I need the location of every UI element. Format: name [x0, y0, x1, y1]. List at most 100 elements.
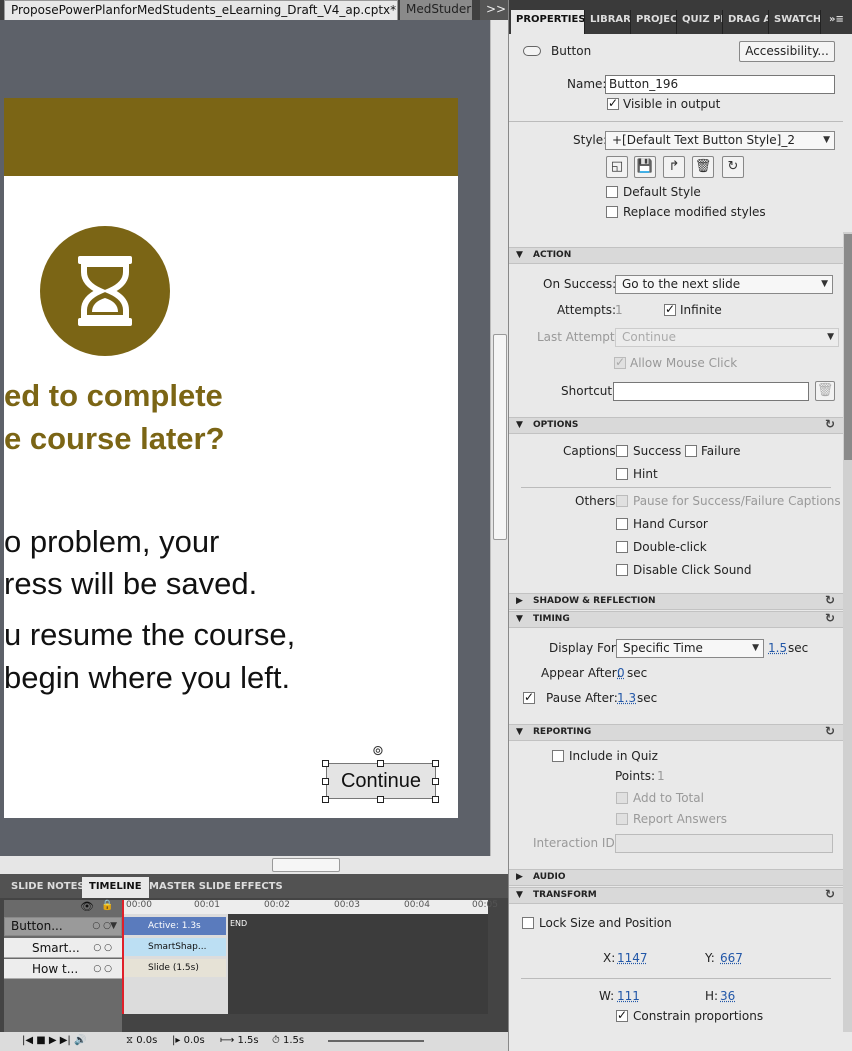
infinite-checkbox[interactable] [664, 302, 676, 316]
tab-swatches[interactable]: SWATCH [769, 10, 821, 34]
tab-slide-notes[interactable]: SLIDE NOTES [4, 877, 92, 898]
transform-section-header[interactable]: ▼ TRANSFORM ↻ [509, 887, 852, 904]
resize-handle[interactable] [377, 760, 384, 767]
attempts-value[interactable]: 1 [615, 303, 623, 317]
tab-quiz-properties[interactable]: QUIZ PR [677, 10, 723, 34]
include-quiz-checkbox[interactable] [552, 750, 564, 762]
create-style-icon[interactable]: ◱ [606, 156, 628, 178]
tab-effects[interactable]: EFFECTS [227, 877, 290, 898]
x-value[interactable]: 1147 [617, 951, 648, 965]
delete-style-icon[interactable]: 🗑 [692, 156, 714, 178]
allow-click-checkbox[interactable] [614, 355, 626, 369]
shortcut-input[interactable] [613, 382, 809, 401]
options-section-header[interactable]: ▼ OPTIONS ↻ [509, 417, 852, 434]
timeline-bar-smartshape[interactable]: SmartShap... [124, 938, 226, 956]
pause-after-value[interactable]: 1.3 [617, 691, 636, 705]
reset-icon[interactable]: ↻ [825, 593, 835, 608]
resize-handle[interactable] [432, 778, 439, 785]
tab-drag-and-drop[interactable]: DRAG A [723, 10, 769, 34]
y-value[interactable]: 667 [720, 951, 743, 965]
on-success-label: On Success: [543, 277, 617, 291]
reset-icon[interactable]: ↻ [825, 887, 835, 902]
panel-menu-icon[interactable]: »≡ [821, 10, 852, 34]
display-for-value[interactable]: 1.5 [768, 641, 787, 655]
last-attempt-select[interactable]: Continue [615, 328, 839, 347]
pause-after-checkbox[interactable] [523, 690, 535, 704]
reset-icon[interactable]: ↻ [825, 724, 835, 739]
name-input[interactable]: Button_196 [605, 75, 835, 94]
timing-section-header[interactable]: ▼ TIMING ↻ [509, 611, 852, 628]
reset-icon[interactable]: ↻ [825, 417, 835, 432]
scroll-thumb[interactable] [272, 858, 340, 872]
points-value[interactable]: 1 [657, 769, 665, 783]
layer-toggle-icon[interactable]: ○ ○ [93, 959, 112, 979]
on-success-select[interactable]: Go to the next slide [615, 275, 833, 294]
stage-vertical-scrollbar[interactable] [490, 20, 508, 856]
timeline-layer-row[interactable]: Smart... ○ ○ [4, 938, 122, 958]
resize-handle[interactable] [432, 760, 439, 767]
playhead[interactable] [122, 900, 124, 1014]
shadow-section-header[interactable]: ▶ SHADOW & REFLECTION ↻ [509, 593, 852, 610]
tab-project[interactable]: PROJECT [631, 10, 677, 34]
panel-scrollbar[interactable] [843, 232, 852, 1032]
rotate-handle-icon[interactable]: ⊚ [372, 743, 384, 759]
timeline-bar-button[interactable]: Active: 1.3s [124, 917, 226, 935]
replace-styles-checkbox[interactable] [606, 206, 618, 218]
reporting-section-header[interactable]: ▼ REPORTING ↻ [509, 724, 852, 741]
timeline-ruler[interactable]: 00:00 00:01 00:02 00:03 00:04 00:05 [122, 900, 498, 914]
reset-style-icon[interactable]: ↻ [722, 156, 744, 178]
layer-toggle-icon[interactable]: ○ ○ [92, 918, 111, 935]
tab-timeline[interactable]: TIMELINE [82, 877, 149, 898]
timeline-layer-row[interactable]: How t... ○ ○ [4, 959, 122, 979]
timeline-bar-slide[interactable]: Slide (1.5s) [124, 959, 226, 977]
layer-toggle-icon[interactable]: ○ ○ [93, 938, 112, 958]
audio-section-header[interactable]: ▶ AUDIO [509, 869, 852, 886]
document-tab-active[interactable]: ProposePowerPlanforMedStudents_eLearning… [4, 0, 398, 20]
lock-size-checkbox[interactable] [522, 917, 534, 929]
resize-handle[interactable] [377, 796, 384, 803]
apply-style-icon[interactable]: ↱ [663, 156, 685, 178]
success-checkbox[interactable] [616, 445, 628, 457]
double-click-checkbox[interactable] [616, 541, 628, 553]
report-answers-checkbox[interactable] [616, 813, 628, 825]
tab-properties[interactable]: PROPERTIES [511, 10, 585, 34]
hint-checkbox[interactable] [616, 468, 628, 480]
timeline-layer-row[interactable]: Button... ○ ○ [4, 917, 122, 936]
lock-icon[interactable]: 🔒 [101, 900, 113, 911]
action-section-header[interactable]: ▼ ACTION [509, 247, 852, 264]
h-value[interactable]: 36 [720, 989, 735, 1003]
current-time-value: 0.0s [136, 1035, 158, 1046]
constrain-checkbox[interactable] [616, 1008, 628, 1022]
eye-icon[interactable]: 👁 [80, 900, 94, 913]
interaction-id-input[interactable] [615, 834, 833, 853]
click-sound-checkbox[interactable] [616, 564, 628, 576]
document-tab-2[interactable]: MedStuder [400, 0, 472, 20]
visible-checkbox[interactable] [607, 96, 619, 110]
stage-horizontal-scrollbar[interactable] [0, 856, 508, 874]
w-value[interactable]: 111 [617, 989, 640, 1003]
more-tabs-button[interactable]: >> [480, 0, 508, 20]
hand-cursor-checkbox[interactable] [616, 518, 628, 530]
scroll-thumb[interactable] [493, 334, 507, 540]
style-select[interactable]: +[Default Text Button Style]_2 [605, 131, 835, 150]
default-style-checkbox[interactable] [606, 186, 618, 198]
continue-button[interactable]: Continue [326, 763, 436, 799]
tab-library[interactable]: LIBRARY [585, 10, 631, 34]
display-for-select[interactable]: Specific Time [616, 639, 764, 658]
tab-master-slide[interactable]: MASTER SLIDE [142, 877, 238, 898]
reset-icon[interactable]: ↻ [825, 611, 835, 626]
resize-handle[interactable] [432, 796, 439, 803]
delete-shortcut-icon[interactable]: 🗑 [815, 381, 835, 401]
save-style-icon[interactable]: 💾 [634, 156, 656, 178]
play-controls[interactable]: |◀ ■ ▶ ▶| 🔊 [22, 1035, 86, 1046]
resize-handle[interactable] [322, 796, 329, 803]
zoom-slider[interactable] [328, 1040, 424, 1042]
scroll-thumb[interactable] [844, 234, 852, 460]
accessibility-button[interactable]: Accessibility... [739, 41, 835, 62]
pause-checkbox[interactable] [616, 495, 628, 507]
resize-handle[interactable] [322, 778, 329, 785]
add-total-checkbox[interactable] [616, 792, 628, 804]
resize-handle[interactable] [322, 760, 329, 767]
failure-checkbox[interactable] [685, 445, 697, 457]
appear-after-value[interactable]: 0 [617, 666, 625, 680]
